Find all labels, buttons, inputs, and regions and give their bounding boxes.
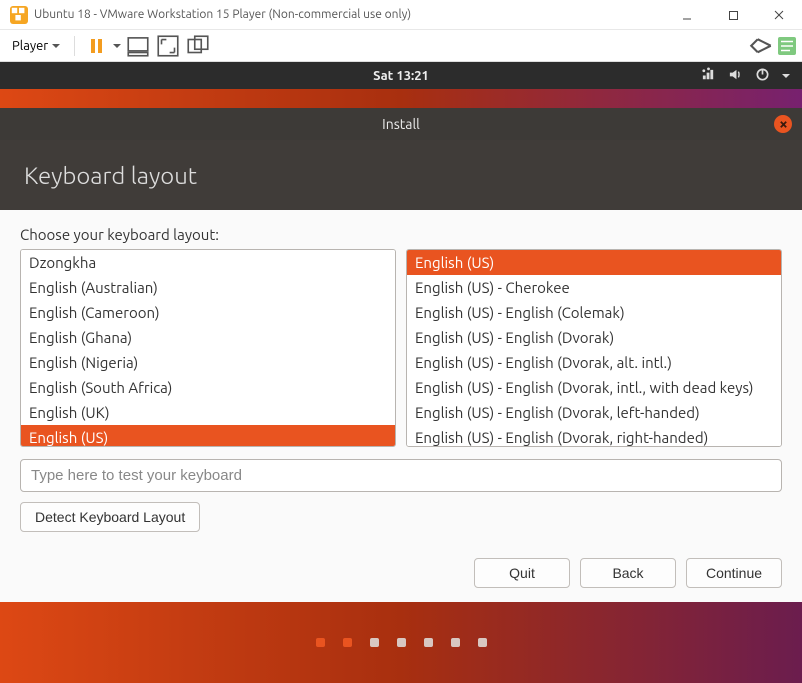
toolbar-separator [74,36,75,56]
detect-layout-button[interactable]: Detect Keyboard Layout [20,502,200,532]
cycle-devices-button[interactable] [748,33,774,59]
language-row[interactable]: English (Nigeria) [21,350,395,375]
install-page-header: Keyboard layout [0,140,802,210]
player-menu[interactable]: Player [6,37,66,55]
ubuntu-top-bar: Sat 13:21 [0,62,802,89]
unity-mode-button[interactable] [185,33,211,59]
language-listbox[interactable]: DzongkhaEnglish (Australian)English (Cam… [20,249,396,447]
step-dot [370,638,379,647]
power-icon[interactable] [755,67,770,85]
step-dot [343,638,352,647]
language-row[interactable]: English (Cameroon) [21,300,395,325]
install-window-titlebar: Install [0,108,802,140]
host-window-titlebar: Ubuntu 18 - VMware Workstation 15 Player… [0,0,802,30]
variant-listbox[interactable]: English (US)English (US) - CherokeeEngli… [406,249,782,447]
variant-row[interactable]: English (US) - English (Colemak) [407,300,781,325]
step-dot [316,638,325,647]
host-maximize-button[interactable] [710,0,756,30]
system-tray [701,62,790,89]
host-close-button[interactable] [756,0,802,30]
variant-row[interactable]: English (US) - English (Dvorak, intl., w… [407,375,781,400]
installer-nav-row: Quit Back Continue [20,558,782,588]
host-window-title: Ubuntu 18 - VMware Workstation 15 Player… [34,8,411,21]
page-title: Keyboard layout [24,162,197,189]
desktop-background-strip [0,89,802,108]
fullscreen-button[interactable] [155,33,181,59]
send-ctrl-alt-del-button[interactable] [125,33,151,59]
variant-row[interactable]: English (US) - English (Dvorak, alt. int… [407,350,781,375]
help-notes-button[interactable] [778,37,796,55]
volume-icon[interactable] [728,67,743,85]
variant-row[interactable]: English (US) - English (Dvorak, left-han… [407,400,781,425]
pause-vm-button[interactable] [83,33,109,59]
language-row[interactable]: English (US) [21,425,395,447]
language-row[interactable]: English (UK) [21,400,395,425]
variant-row[interactable]: English (US) - English (Dvorak) [407,325,781,350]
quit-button[interactable]: Quit [474,558,570,588]
variant-row[interactable]: English (US) - Cherokee [407,275,781,300]
host-minimize-button[interactable] [664,0,710,30]
pause-dropdown-icon[interactable] [113,44,121,52]
language-row[interactable]: Dzongkha [21,250,395,275]
vmware-toolbar: Player [0,30,802,62]
language-row[interactable]: English (South Africa) [21,375,395,400]
vmware-logo-icon [10,6,28,24]
back-button[interactable]: Back [580,558,676,588]
step-dot [451,638,460,647]
step-dot [424,638,433,647]
variant-row[interactable]: English (US) [407,250,781,275]
continue-button[interactable]: Continue [686,558,782,588]
install-close-button[interactable] [774,115,792,133]
network-icon[interactable] [701,67,716,85]
chevron-down-icon [52,44,60,52]
variant-row[interactable]: English (US) - English (Dvorak, right-ha… [407,425,781,447]
language-row[interactable]: English (Ghana) [21,325,395,350]
install-page-body: Choose your keyboard layout: DzongkhaEng… [0,210,802,602]
install-window-title: Install [382,116,420,132]
step-dot [397,638,406,647]
language-row[interactable]: English (Australian) [21,275,395,300]
player-menu-label: Player [12,39,48,53]
step-dot [478,638,487,647]
keyboard-test-input[interactable] [20,459,782,492]
clock-text[interactable]: Sat 13:21 [373,69,429,83]
tray-chevron-icon[interactable] [782,74,790,82]
layout-prompt: Choose your keyboard layout: [20,226,782,243]
installer-step-indicator [0,602,802,683]
